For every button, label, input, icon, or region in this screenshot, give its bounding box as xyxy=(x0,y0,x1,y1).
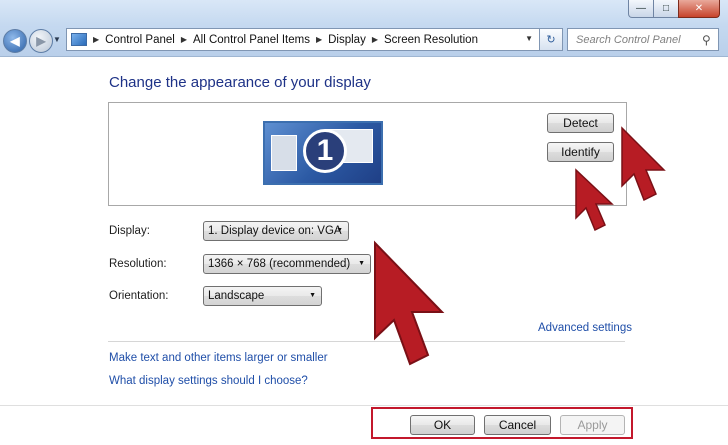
maximize-glyph: □ xyxy=(662,3,670,14)
refresh-button[interactable]: ↻ xyxy=(539,28,563,51)
breadcrumb-separator-icon[interactable]: ▶ xyxy=(181,35,187,44)
breadcrumb-display[interactable]: Display xyxy=(328,34,366,46)
forward-button[interactable]: ▶ xyxy=(29,29,53,53)
ok-button[interactable]: OK xyxy=(410,415,475,435)
divider xyxy=(108,341,625,342)
minimize-glyph: — xyxy=(636,3,646,14)
close-icon[interactable]: ✕ xyxy=(678,0,720,18)
resolution-select-value: 1366 × 768 (recommended) xyxy=(208,258,351,270)
chevron-down-icon: ▼ xyxy=(336,227,343,234)
window-controls: — □ ✕ xyxy=(628,0,720,18)
window-chrome: — □ ✕ ◀ ▶ ▼ ▶ Control Panel ▶ All Contro… xyxy=(0,0,728,57)
orientation-label: Orientation: xyxy=(109,290,169,302)
breadcrumb-screen-resolution[interactable]: Screen Resolution xyxy=(384,34,478,46)
display-help-link[interactable]: What display settings should I choose? xyxy=(109,375,308,387)
text-size-link[interactable]: Make text and other items larger or smal… xyxy=(109,352,328,364)
identify-button[interactable]: Identify xyxy=(547,142,614,162)
control-panel-icon xyxy=(71,33,87,46)
monitor-number-badge: 1 xyxy=(303,129,347,173)
close-glyph: ✕ xyxy=(694,3,704,14)
monitor-1-thumbnail[interactable]: 1 xyxy=(263,121,383,185)
detect-button[interactable]: Detect xyxy=(547,113,614,133)
refresh-icon: ↻ xyxy=(546,34,556,46)
back-button[interactable]: ◀ xyxy=(3,29,27,53)
monitor-window-thumb xyxy=(271,135,297,171)
display-select[interactable]: 1. Display device on: VGA ▼ xyxy=(203,221,349,241)
chevron-down-icon: ▼ xyxy=(309,292,316,299)
recent-pages-dropdown[interactable]: ▼ xyxy=(53,35,61,44)
minimize-icon[interactable]: — xyxy=(628,0,654,18)
page-title: Change the appearance of your display xyxy=(109,74,371,91)
pointer-arrow-icon xyxy=(374,240,445,366)
maximize-icon[interactable]: □ xyxy=(653,0,679,18)
address-bar[interactable]: ▶ Control Panel ▶ All Control Panel Item… xyxy=(66,28,540,51)
search-input[interactable] xyxy=(574,32,702,47)
resolution-select[interactable]: 1366 × 768 (recommended) ▼ xyxy=(203,254,371,274)
search-box[interactable]: ⚲ xyxy=(567,28,719,51)
display-select-value: 1. Display device on: VGA xyxy=(208,225,342,237)
breadcrumb-all-items[interactable]: All Control Panel Items xyxy=(193,34,310,46)
orientation-select-value: Landscape xyxy=(208,290,265,302)
orientation-select[interactable]: Landscape ▼ xyxy=(203,286,322,306)
address-dropdown-icon[interactable]: ▼ xyxy=(525,34,533,43)
display-label: Display: xyxy=(109,225,150,237)
breadcrumb-control-panel[interactable]: Control Panel xyxy=(105,34,175,46)
advanced-settings-link[interactable]: Advanced settings xyxy=(538,322,632,334)
apply-button[interactable]: Apply xyxy=(560,415,625,435)
pointer-arrow-icon xyxy=(621,126,666,202)
search-icon[interactable]: ⚲ xyxy=(702,33,711,47)
forward-arrow-icon: ▶ xyxy=(36,34,46,48)
breadcrumb-separator-icon[interactable]: ▶ xyxy=(316,35,322,44)
chevron-down-icon: ▼ xyxy=(358,260,365,267)
breadcrumb-separator-icon[interactable]: ▶ xyxy=(93,35,99,44)
breadcrumb-separator-icon[interactable]: ▶ xyxy=(372,35,378,44)
chevron-down-icon: ▼ xyxy=(53,35,61,44)
back-arrow-icon: ◀ xyxy=(10,34,20,48)
resolution-label: Resolution: xyxy=(109,258,167,270)
cancel-button[interactable]: Cancel xyxy=(484,415,551,435)
